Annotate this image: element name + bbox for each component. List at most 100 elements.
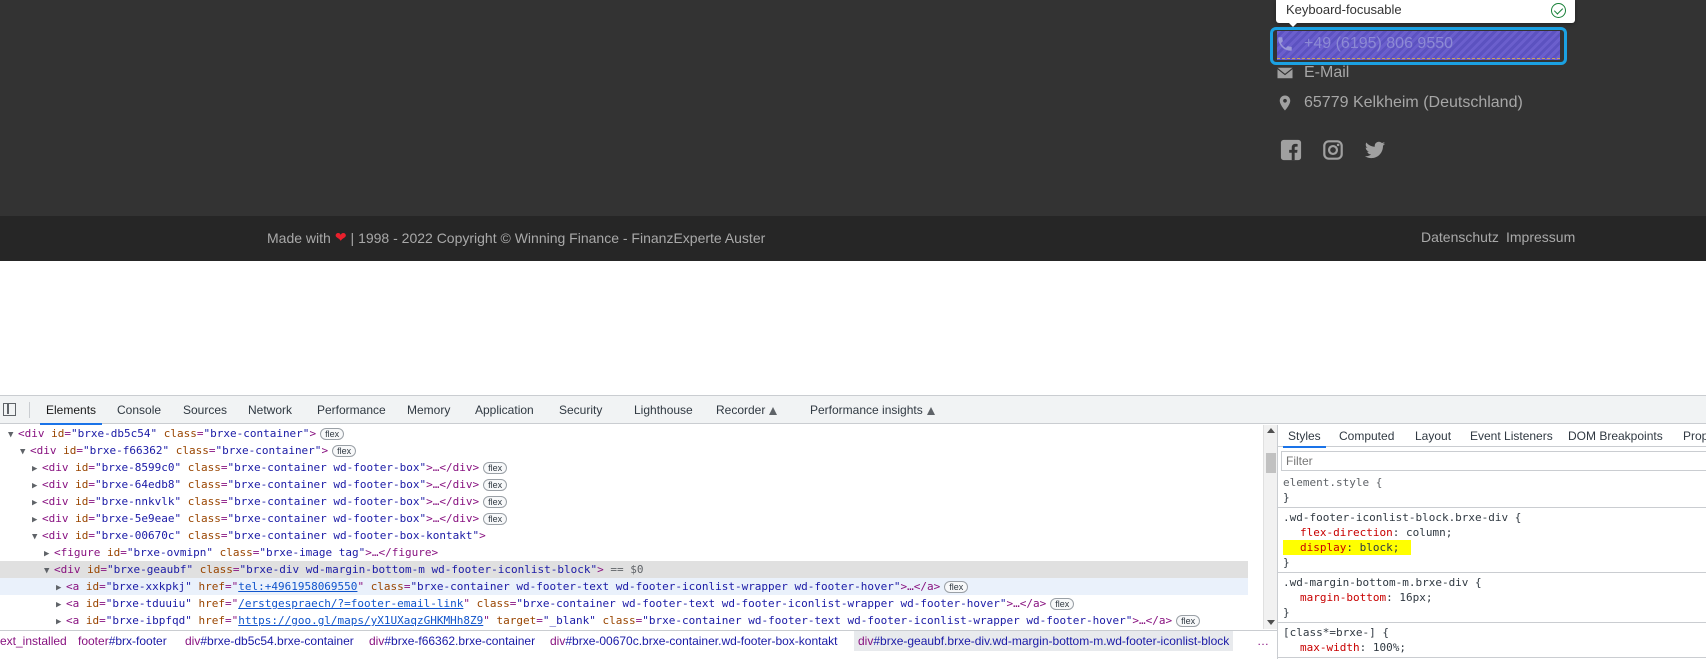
tab-sources[interactable]: Sources: [183, 396, 227, 424]
scroll-up-arrow-icon[interactable]: [1267, 428, 1275, 433]
footer-phone-link[interactable]: +49 (6195) 806 9550: [1276, 33, 1453, 55]
footer-location-link[interactable]: 65779 Kelkheim (Deutschland): [1276, 92, 1523, 114]
tab-properties[interactable]: Prop: [1683, 425, 1706, 447]
dom-node-selected[interactable]: ▼ <div id="brxe-geaubf" class="brxe-div w…: [0, 561, 1248, 578]
facebook-icon[interactable]: [1280, 139, 1302, 161]
breadcrumb-item-selected[interactable]: div#brxe-geaubf.brxe-div.wd-margin-botto…: [854, 631, 1234, 651]
dom-node[interactable]: ▶ <div id="brxe-5e9eae" class="brxe-conta…: [0, 510, 1248, 527]
dom-node[interactable]: ▶ <a id="brxe-tduuiu" href="/erstgespraec…: [0, 595, 1248, 612]
made-with-label: Made with: [267, 229, 331, 246]
breadcrumb-item[interactable]: div#brxe-f66362.brxe-container: [369, 631, 535, 651]
copyright-label: | 1998 - 2022 Copyright © Winning Financ…: [350, 229, 766, 246]
dom-node[interactable]: ▼ <div id="brxe-db5c54" class="brxe-conta…: [0, 425, 1248, 442]
dom-node[interactable]: ▶ <div id="brxe-nnkvlk" class="brxe-conta…: [0, 493, 1248, 510]
css-rule[interactable]: .wd-footer-iconlist-block.brxe-div { fle…: [1278, 508, 1706, 573]
experiment-flask-icon: [926, 406, 935, 415]
flex-badge[interactable]: flex: [1050, 598, 1075, 610]
flex-badge[interactable]: flex: [483, 496, 508, 508]
heart-icon: ❤: [334, 229, 347, 245]
css-property-value[interactable]: 100%;: [1373, 641, 1406, 654]
href-link[interactable]: /erstgespraech/?=footer-email-link: [238, 597, 463, 610]
tab-computed[interactable]: Computed: [1339, 425, 1394, 447]
collapsed-triangle-icon[interactable]: ▶: [56, 614, 66, 630]
datenschutz-link[interactable]: Datenschutz: [1421, 229, 1499, 245]
css-property-name[interactable]: margin-bottom: [1300, 591, 1386, 604]
breadcrumb-item[interactable]: footer#brx-footer: [78, 631, 167, 651]
tab-performance[interactable]: Performance: [317, 396, 386, 424]
tab-recorder[interactable]: Recorder: [716, 396, 778, 424]
tab-memory[interactable]: Memory: [407, 396, 450, 424]
css-rule[interactable]: .wd-margin-bottom-m.brxe-div { margin-bo…: [1278, 573, 1706, 623]
tab-separator: [29, 402, 30, 418]
tab-performance-insights-label: Performance insights: [810, 403, 923, 417]
experiment-flask-icon: [769, 406, 778, 415]
footer-email-link[interactable]: E-Mail: [1276, 62, 1349, 84]
css-selector: [class*=brxe-] {: [1283, 626, 1389, 639]
flex-badge[interactable]: flex: [944, 581, 969, 593]
css-selector: .wd-margin-bottom-m.brxe-div {: [1283, 576, 1482, 589]
tab-network[interactable]: Network: [248, 396, 292, 424]
envelope-icon: [1277, 67, 1293, 79]
css-rules: element.style { } .wd-footer-iconlist-bl…: [1278, 473, 1706, 658]
devtools-panel: Elements Console Sources Network Perform…: [0, 395, 1706, 659]
css-selector: .wd-footer-iconlist-block.brxe-div {: [1283, 511, 1522, 524]
dom-node[interactable]: ▶ <a id="brxe-xxkpkj" href="tel:+49619580…: [0, 578, 1248, 595]
tab-styles[interactable]: Styles: [1283, 425, 1326, 448]
dom-node[interactable]: ▶ <figure id="brxe-ovmipn" class="brxe-im…: [0, 544, 1248, 561]
tab-recorder-label: Recorder: [716, 403, 766, 417]
css-property-name[interactable]: flex-direction: [1300, 526, 1393, 539]
social-links: [1280, 139, 1386, 161]
tab-dom-breakpoints[interactable]: DOM Breakpoints: [1568, 425, 1663, 447]
tab-application[interactable]: Application: [475, 396, 534, 424]
copyright-text: Made with ❤ | 1998 - 2022 Copyright © Wi…: [267, 229, 765, 246]
css-property-name[interactable]: display: [1300, 541, 1346, 554]
styles-tab-bar: Styles Computed Layout Event Listeners D…: [1278, 425, 1706, 448]
flex-badge[interactable]: flex: [1176, 615, 1201, 627]
map-marker-icon: [1279, 95, 1291, 111]
tab-performance-insights[interactable]: Performance insights: [810, 396, 935, 424]
flex-badge[interactable]: flex: [483, 479, 508, 491]
flex-badge[interactable]: flex: [332, 445, 357, 457]
css-selector: element.style {: [1283, 476, 1383, 489]
instagram-icon[interactable]: [1322, 139, 1344, 161]
css-rule[interactable]: [class*=brxe-] { max-width: 100%;: [1278, 623, 1706, 658]
tab-elements[interactable]: Elements: [39, 396, 103, 425]
device-toolbar-icon[interactable]: [3, 403, 16, 416]
href-link[interactable]: tel:+4961958069550: [238, 580, 357, 593]
flex-badge[interactable]: flex: [320, 428, 345, 440]
twitter-icon[interactable]: [1364, 139, 1386, 161]
flex-badge[interactable]: flex: [483, 462, 508, 474]
css-property-name[interactable]: max-width: [1300, 641, 1360, 654]
css-property-value[interactable]: 16px;: [1399, 591, 1432, 604]
tab-console[interactable]: Console: [117, 396, 161, 424]
impressum-link[interactable]: Impressum: [1506, 229, 1575, 245]
scrollbar-thumb[interactable]: [1266, 453, 1276, 473]
tab-security[interactable]: Security: [559, 396, 602, 424]
tooltip-arrow: [1288, 22, 1298, 27]
css-property-value[interactable]: block;: [1360, 541, 1400, 554]
breadcrumb-item[interactable]: div#brxe-db5c54.brxe-container: [185, 631, 354, 651]
css-rule[interactable]: element.style { }: [1278, 473, 1706, 508]
devtools-tab-bar: Elements Console Sources Network Perform…: [0, 396, 1706, 425]
element-margin-indicator: [1277, 58, 1560, 59]
flex-badge[interactable]: flex: [483, 513, 508, 525]
dom-tree-scrollbar[interactable]: [1263, 425, 1277, 629]
scroll-down-arrow-icon[interactable]: [1267, 620, 1275, 625]
accessibility-tooltip: Keyboard-focusable: [1276, 0, 1575, 23]
href-link[interactable]: https://goo.gl/maps/yX1UXaqzGHKMHh8Z9: [238, 614, 483, 627]
breadcrumb-item[interactable]: div#brxe-00670c.brxe-container.wd-footer…: [550, 631, 838, 651]
breadcrumb-more[interactable]: …: [1257, 631, 1269, 651]
css-property-value[interactable]: column;: [1406, 526, 1452, 539]
tab-layout[interactable]: Layout: [1415, 425, 1451, 447]
css-property-highlight: display: block;: [1283, 540, 1412, 555]
tab-lighthouse[interactable]: Lighthouse: [634, 396, 693, 424]
website-viewport: Keyboard-focusable +49 (6195) 806 9550 E…: [0, 0, 1706, 395]
dom-node[interactable]: ▶ <a id="brxe-ibpfqd" href="https://goo.g…: [0, 612, 1248, 629]
dom-node[interactable]: ▶ <div id="brxe-8599c0" class="brxe-conta…: [0, 459, 1248, 476]
breadcrumb-item[interactable]: ext_installed: [0, 631, 67, 651]
tab-event-listeners[interactable]: Event Listeners: [1470, 425, 1553, 447]
dom-node[interactable]: ▼ <div id="brxe-00670c" class="brxe-conta…: [0, 527, 1248, 544]
dom-node[interactable]: ▶ <div id="brxe-64edb8" class="brxe-conta…: [0, 476, 1248, 493]
styles-filter-input[interactable]: [1281, 451, 1706, 471]
dom-node[interactable]: ▼ <div id="brxe-f66362" class="brxe-conta…: [0, 442, 1248, 459]
